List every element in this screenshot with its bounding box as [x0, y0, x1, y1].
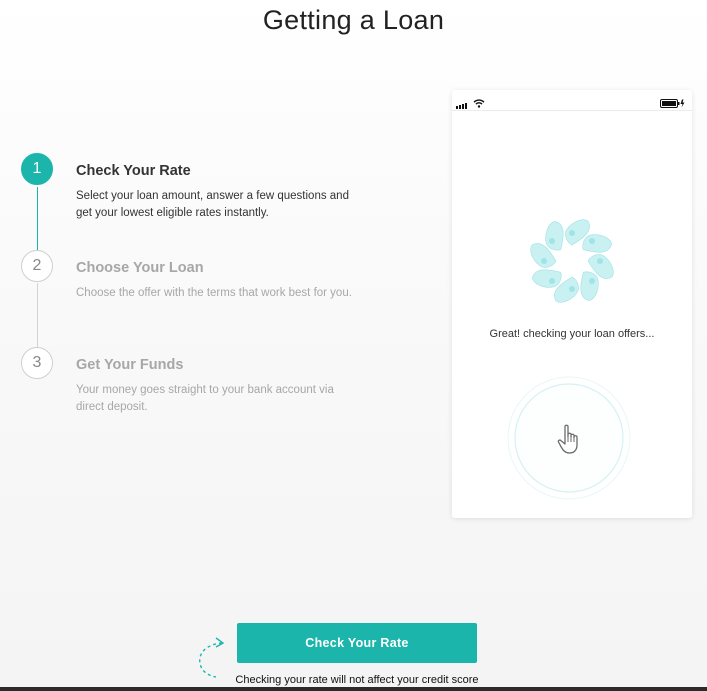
- loading-status-text: Great! checking your loan offers...: [489, 328, 655, 340]
- signal-icon: [456, 96, 470, 114]
- credit-score-note: Checking your rate will not affect your …: [235, 674, 479, 686]
- step-connector-1: [37, 187, 38, 251]
- page-title: Getting a Loan: [262, 5, 445, 35]
- step-number-badge: 3: [21, 347, 53, 379]
- phone-status-bar: [452, 90, 692, 111]
- wifi-icon: [473, 95, 485, 113]
- pinwheel-loader-icon: [529, 218, 615, 309]
- step-title: Choose Your Loan: [76, 260, 204, 276]
- phone-mockup: Great! checking your loan offers...: [452, 90, 692, 518]
- step-connector-2: [37, 283, 38, 347]
- step-description: Your money goes straight to your bank ac…: [76, 384, 334, 413]
- step-number-badge: 2: [21, 250, 53, 282]
- steps-list: 1 Check Your Rate Select your loan amoun…: [21, 153, 361, 433]
- pointing-hand-icon: [556, 422, 586, 461]
- step-number-badge: 1: [21, 153, 53, 185]
- tap-target[interactable]: [507, 376, 631, 500]
- bottom-edge-divider: [0, 687, 707, 691]
- check-your-rate-button[interactable]: Check Your Rate: [237, 623, 477, 663]
- step-title: Get Your Funds: [76, 357, 184, 373]
- step-title: Check Your Rate: [76, 163, 191, 179]
- battery-icon: [660, 95, 686, 113]
- step-description: Select your loan amount, answer a few qu…: [76, 190, 349, 219]
- step-description: Choose the offer with the terms that wor…: [76, 287, 352, 299]
